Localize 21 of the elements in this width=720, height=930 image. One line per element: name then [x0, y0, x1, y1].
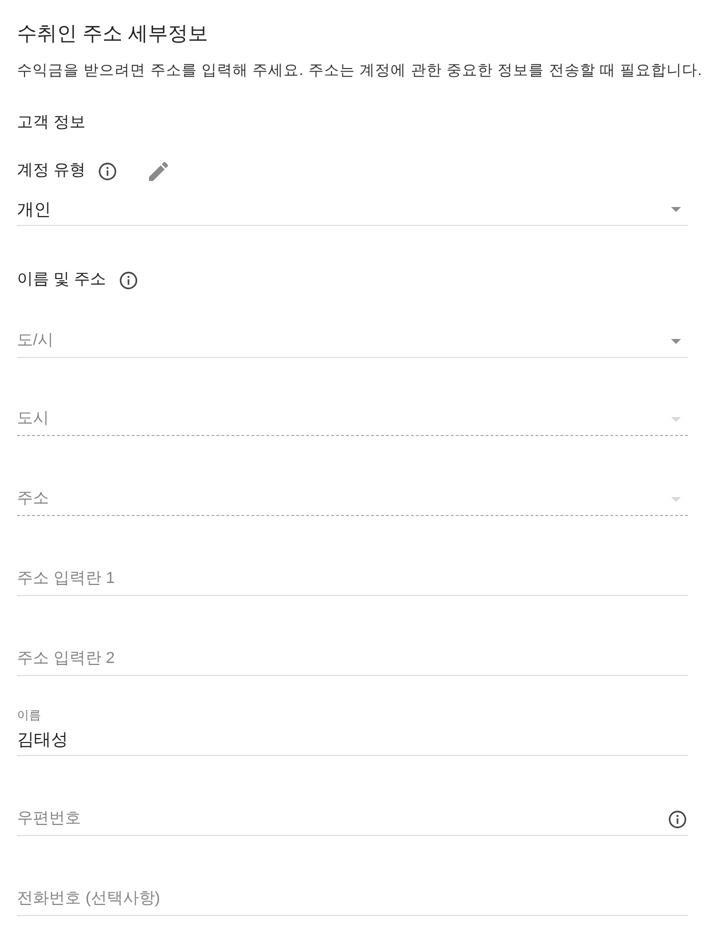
pencil-icon[interactable] — [149, 162, 168, 180]
text-field[interactable]: 주소 입력란 2 — [17, 643, 688, 676]
caret-icon — [671, 417, 681, 422]
caret-icon — [671, 207, 681, 212]
description-text: 수익금을 받으려면 주소를 입력해 주세요. 주소는 계정에 관한 중요한 정보를 전송할 때 필요합니다. — [17, 61, 702, 81]
caret-icon — [671, 339, 681, 344]
field-label: 계정 유형 — [17, 161, 86, 181]
dropdown-field[interactable]: 개인 — [17, 193, 688, 226]
info-icon[interactable] — [668, 810, 687, 829]
text-field[interactable]: 김태성 — [17, 723, 688, 756]
field-label: 이름 — [17, 707, 41, 723]
dropdown-field[interactable]: 도/시 — [17, 325, 688, 358]
text-field[interactable]: 우편번호 — [17, 803, 688, 836]
text-field[interactable]: 주소 입력란 1 — [17, 563, 688, 596]
text-field[interactable]: 전화번호 (선택사항) — [17, 883, 688, 916]
page-title: 수취인 주소 세부정보 — [17, 22, 208, 47]
section-title: 고객 정보 — [17, 113, 86, 133]
field-label: 이름 및 주소 — [17, 270, 106, 290]
info-icon[interactable] — [98, 162, 118, 180]
info-icon[interactable] — [118, 270, 138, 290]
caret-icon — [671, 497, 681, 502]
